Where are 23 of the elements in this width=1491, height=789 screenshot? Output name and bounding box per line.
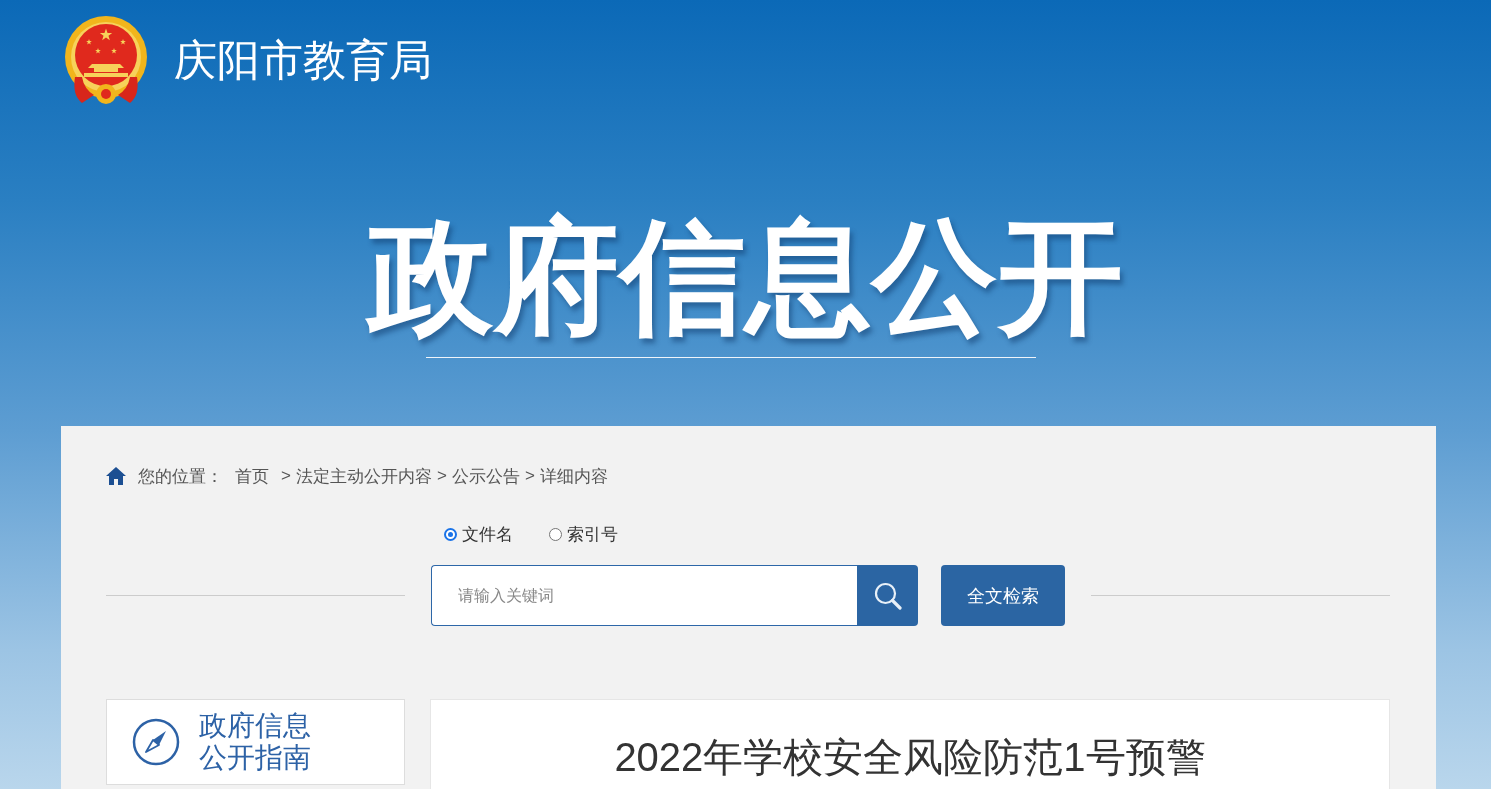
fulltext-search-button[interactable]: 全文检索 xyxy=(941,565,1065,626)
site-name: 庆阳市教育局 xyxy=(174,34,432,85)
search-field[interactable]: 请输入关键词 xyxy=(431,565,857,626)
guide-link-card[interactable]: 政府信息公开指南 xyxy=(106,699,405,785)
breadcrumb-separator: > xyxy=(281,466,291,486)
compass-icon xyxy=(132,718,180,766)
radio-icon[interactable] xyxy=(444,527,457,541)
search-icon xyxy=(873,581,902,610)
article-title: 2022年学校安全风险防范1号预警 xyxy=(614,734,1206,781)
breadcrumb-separator: > xyxy=(436,466,447,486)
search-button[interactable] xyxy=(857,565,918,626)
breadcrumb-link[interactable]: 公示公告 xyxy=(451,464,520,488)
emblem-icon xyxy=(62,15,150,107)
radio-icon[interactable] xyxy=(549,527,562,541)
breadcrumb-link[interactable]: 首页 xyxy=(235,464,269,488)
radio-option[interactable]: 文件名 xyxy=(444,522,513,546)
breadcrumb-link[interactable]: 法定主动公开内容 xyxy=(295,464,432,488)
breadcrumb-separator: > xyxy=(524,466,535,486)
breadcrumb-link[interactable]: 详细内容 xyxy=(539,464,608,488)
radio-option[interactable]: 索引号 xyxy=(549,522,618,546)
breadcrumb-label: 您的位置： xyxy=(138,465,223,488)
page-title: 政府信息公开 xyxy=(367,206,1124,348)
home-icon xyxy=(106,467,126,485)
